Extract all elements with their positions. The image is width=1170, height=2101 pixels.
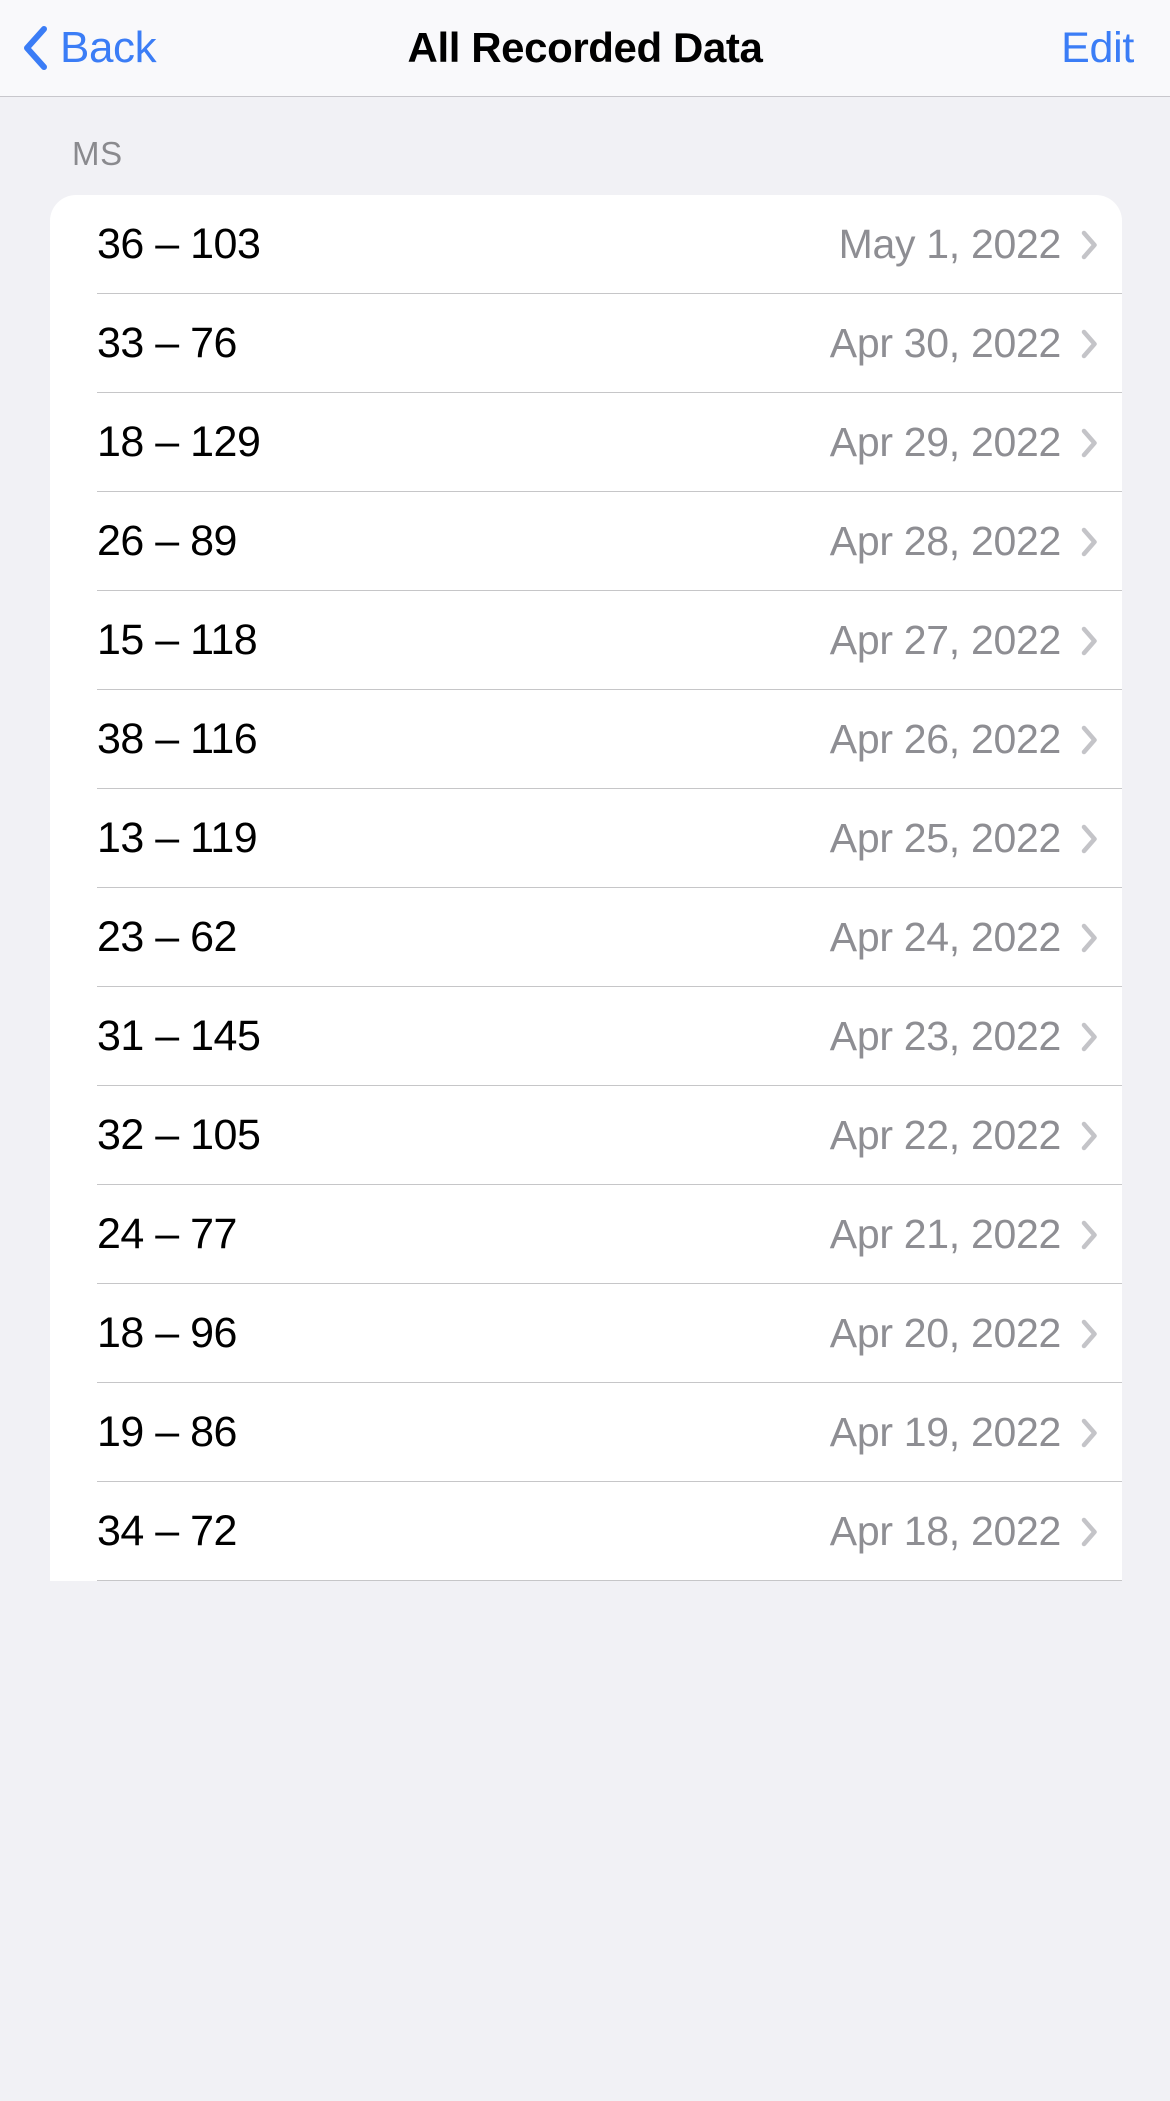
table-row[interactable]: 23 – 62 Apr 24, 2022 (50, 888, 1122, 987)
chevron-right-icon (1081, 527, 1098, 557)
table-row[interactable]: 31 – 145 Apr 23, 2022 (50, 987, 1122, 1086)
recorded-data-list: 36 – 103 May 1, 2022 33 – 76 Apr 30, 2022 18… (50, 195, 1122, 1581)
chevron-right-icon (1081, 1517, 1098, 1547)
chevron-right-icon (1081, 1022, 1098, 1052)
chevron-right-icon (1081, 329, 1098, 359)
chevron-right-icon (1081, 428, 1098, 458)
navigation-bar: Back All Recorded Data Edit (0, 0, 1170, 97)
row-date: Apr 20, 2022 (829, 1310, 1062, 1356)
table-row[interactable]: 24 – 77 Apr 21, 2022 (50, 1185, 1122, 1284)
table-row[interactable]: 33 – 76 Apr 30, 2022 (50, 294, 1122, 393)
row-date: Apr 21, 2022 (829, 1211, 1062, 1257)
row-trailing: Apr 27, 2022 (830, 617, 1098, 664)
row-trailing: Apr 29, 2022 (830, 419, 1098, 466)
table-row[interactable]: 34 – 72 Apr 18, 2022 (50, 1482, 1122, 1581)
row-trailing: Apr 24, 2022 (830, 914, 1098, 961)
table-row[interactable]: 38 – 116 Apr 26, 2022 (50, 690, 1122, 789)
table-row[interactable]: 26 – 89 Apr 28, 2022 (50, 492, 1122, 591)
table-row[interactable]: 19 – 86 Apr 19, 2022 (50, 1383, 1122, 1482)
row-date: Apr 27, 2022 (829, 617, 1062, 663)
table-row[interactable]: 18 – 96 Apr 20, 2022 (50, 1284, 1122, 1383)
chevron-right-icon (1081, 1418, 1098, 1448)
row-value-range: 13 – 119 (97, 814, 258, 862)
row-date: Apr 29, 2022 (829, 419, 1062, 465)
row-value-range: 34 – 72 (97, 1507, 237, 1555)
section-header: MS (72, 135, 123, 172)
row-date: May 1, 2022 (838, 221, 1062, 267)
chevron-right-icon (1081, 824, 1098, 854)
row-value-range: 32 – 105 (97, 1111, 261, 1159)
chevron-right-icon (1081, 1220, 1098, 1250)
row-trailing: May 1, 2022 (839, 221, 1098, 268)
row-date: Apr 25, 2022 (829, 815, 1062, 861)
row-value-range: 36 – 103 (97, 220, 261, 268)
row-value-range: 33 – 76 (97, 319, 237, 367)
row-date: Apr 23, 2022 (829, 1013, 1062, 1059)
row-trailing: Apr 20, 2022 (830, 1310, 1098, 1357)
table-row[interactable]: 15 – 118 Apr 27, 2022 (50, 591, 1122, 690)
row-value-range: 18 – 129 (97, 418, 261, 466)
row-trailing: Apr 30, 2022 (830, 320, 1098, 367)
row-value-range: 19 – 86 (97, 1408, 237, 1456)
row-date: Apr 22, 2022 (829, 1112, 1062, 1158)
edit-button[interactable]: Edit (1061, 24, 1134, 73)
row-date: Apr 26, 2022 (829, 716, 1062, 762)
row-date: Apr 28, 2022 (829, 518, 1062, 564)
chevron-right-icon (1081, 626, 1098, 656)
chevron-right-icon (1081, 725, 1098, 755)
chevron-right-icon (1081, 923, 1098, 953)
row-trailing: Apr 22, 2022 (830, 1112, 1098, 1159)
row-trailing: Apr 21, 2022 (830, 1211, 1098, 1258)
row-value-range: 31 – 145 (97, 1012, 261, 1060)
row-trailing: Apr 19, 2022 (830, 1409, 1098, 1456)
chevron-right-icon (1081, 230, 1098, 260)
page-title: All Recorded Data (407, 24, 763, 71)
row-value-range: 15 – 118 (97, 616, 258, 664)
chevron-right-icon (1081, 1121, 1098, 1151)
table-row[interactable]: 32 – 105 Apr 22, 2022 (50, 1086, 1122, 1185)
row-value-range: 26 – 89 (97, 517, 237, 565)
row-trailing: Apr 28, 2022 (830, 518, 1098, 565)
row-trailing: Apr 25, 2022 (830, 815, 1098, 862)
row-date: Apr 18, 2022 (829, 1508, 1062, 1554)
row-trailing: Apr 23, 2022 (830, 1013, 1098, 1060)
row-value-range: 18 – 96 (97, 1309, 237, 1357)
chevron-right-icon (1081, 1319, 1098, 1349)
table-row[interactable]: 36 – 103 May 1, 2022 (50, 195, 1122, 294)
row-date: Apr 19, 2022 (829, 1409, 1062, 1455)
row-value-range: 24 – 77 (97, 1210, 237, 1258)
row-trailing: Apr 26, 2022 (830, 716, 1098, 763)
row-separator (97, 1580, 1122, 1581)
table-row[interactable]: 13 – 119 Apr 25, 2022 (50, 789, 1122, 888)
row-value-range: 23 – 62 (97, 913, 237, 961)
row-value-range: 38 – 116 (97, 715, 258, 763)
row-date: Apr 24, 2022 (829, 914, 1062, 960)
row-trailing: Apr 18, 2022 (830, 1508, 1098, 1555)
table-row[interactable]: 18 – 129 Apr 29, 2022 (50, 393, 1122, 492)
row-date: Apr 30, 2022 (829, 320, 1062, 366)
